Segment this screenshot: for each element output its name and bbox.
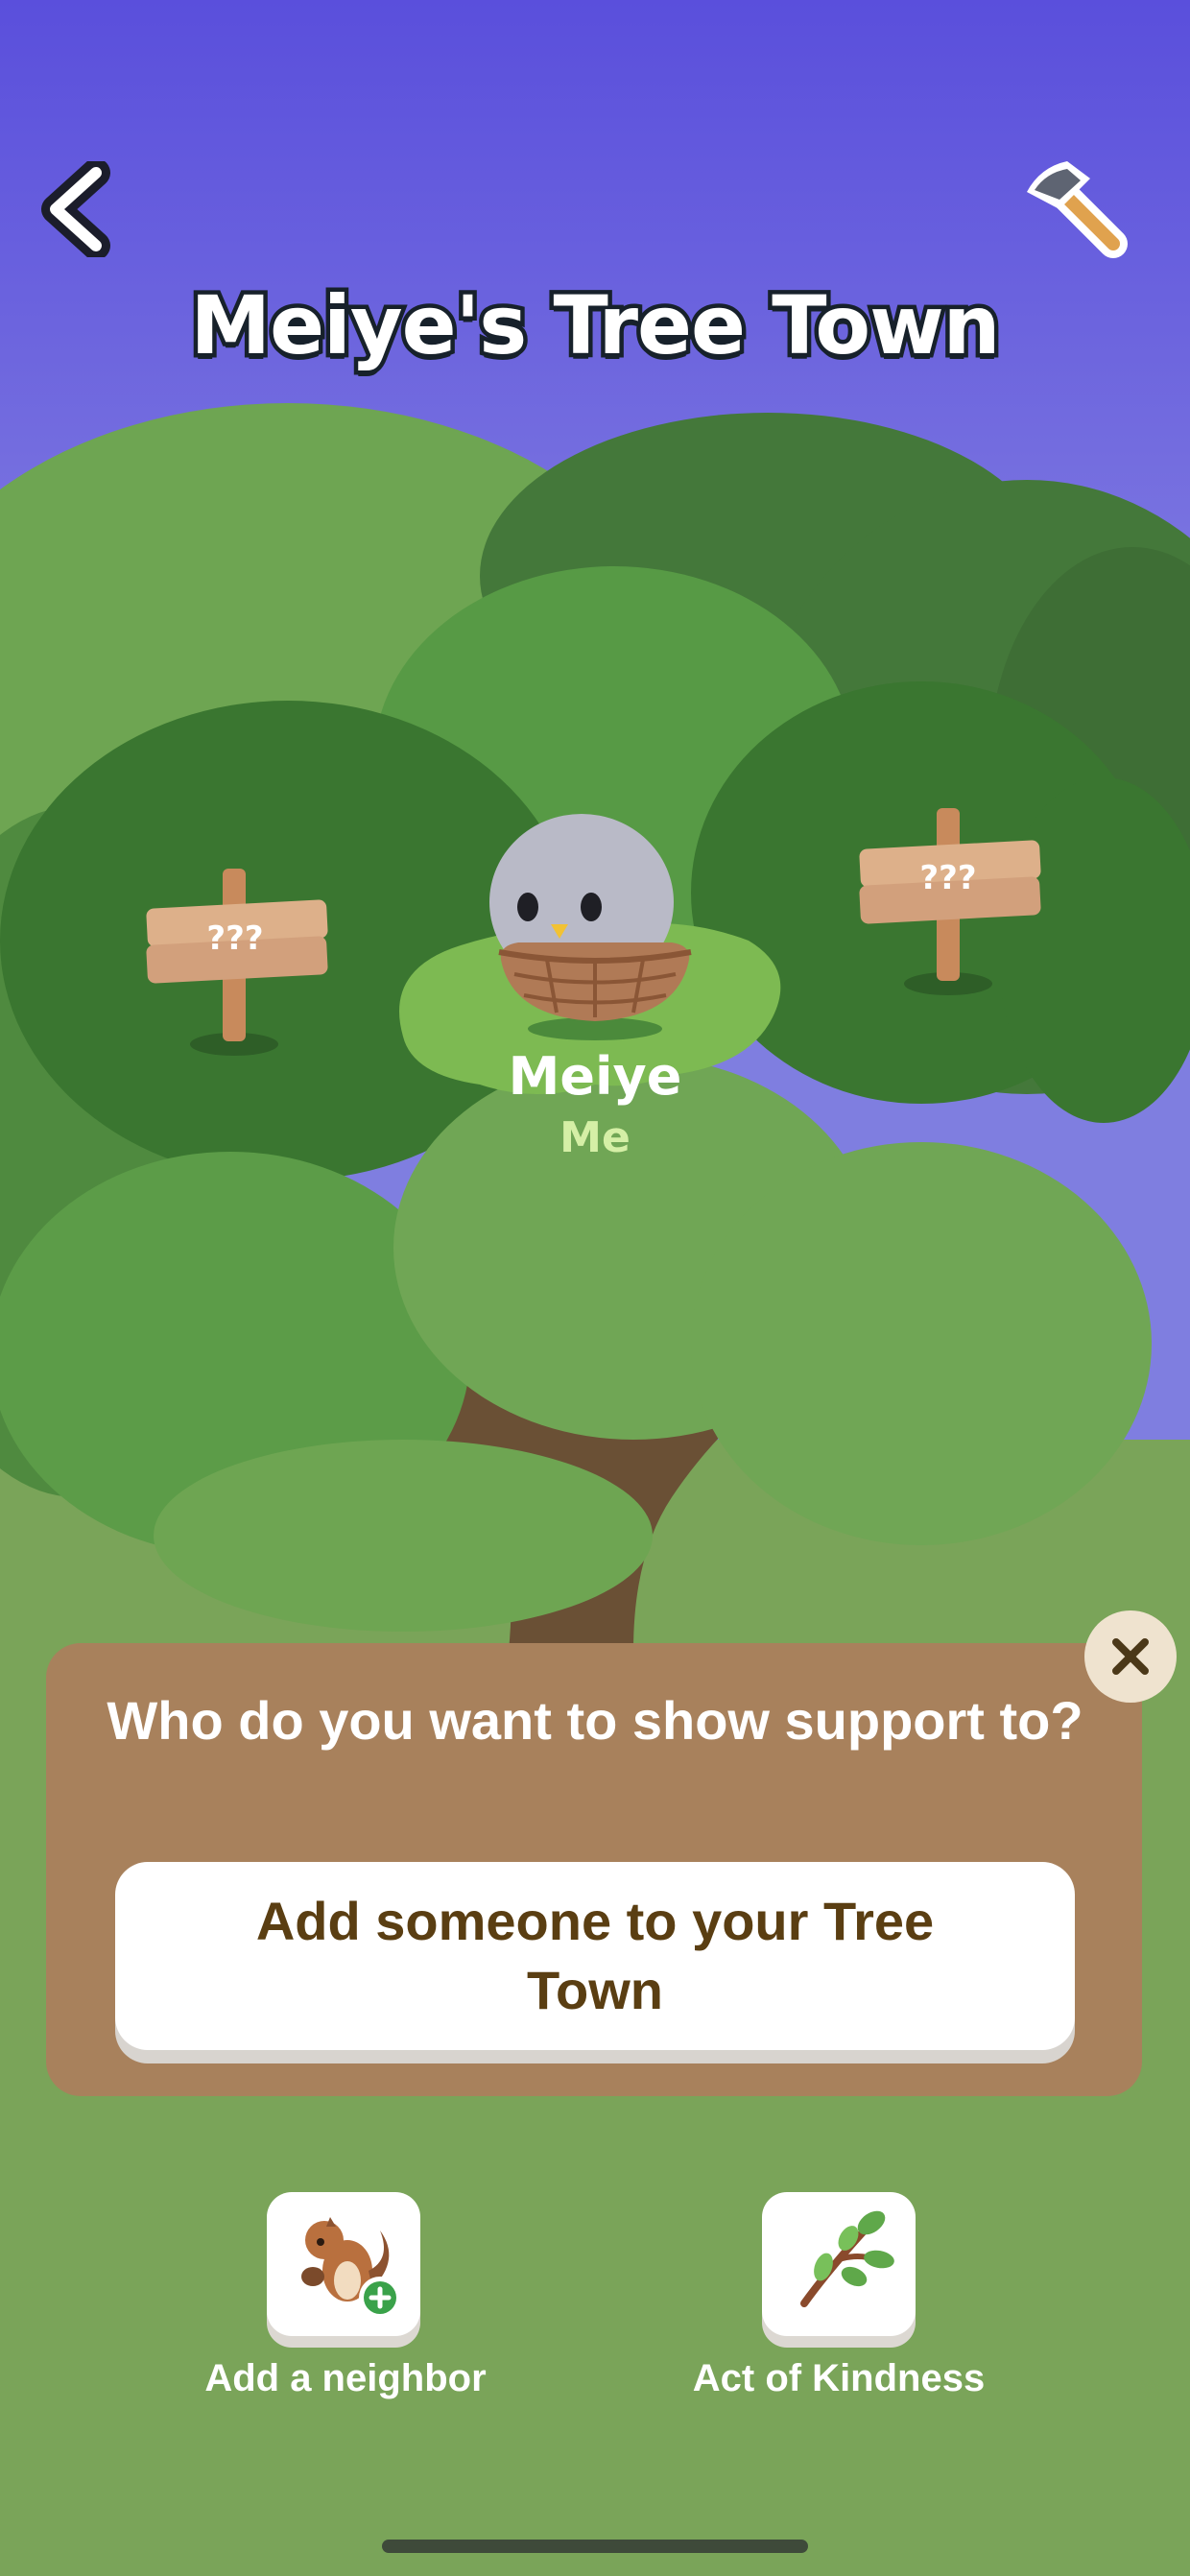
tree-scene (0, 403, 1190, 1651)
home-indicator[interactable] (382, 2540, 808, 2553)
add-someone-button[interactable]: Add someone to your Tree Town (115, 1862, 1075, 2050)
sign-left-label[interactable]: ??? (144, 919, 326, 958)
tree-town-screen: Meiye's Tree Town ??? ??? Meiye Me Who d… (0, 0, 1190, 2576)
page-title: Meiye's Tree Town (186, 274, 1005, 377)
support-question: Who do you want to show support to? (107, 1690, 1083, 1751)
add-neighbor-button[interactable] (267, 2192, 420, 2336)
act-of-kindness-button[interactable] (762, 2192, 916, 2336)
sign-right-label[interactable]: ??? (857, 859, 1039, 897)
add-neighbor-label[interactable]: Add a neighbor (154, 2357, 537, 2400)
act-of-kindness-label[interactable]: Act of Kindness (647, 2357, 1031, 2400)
build-button[interactable] (1017, 154, 1132, 259)
hammer-icon (1027, 161, 1128, 258)
sprout-branch-icon (800, 2210, 894, 2307)
bird-me-tag: Me (559, 1113, 631, 1162)
add-someone-label: Add someone to your Tree Town (255, 1891, 935, 2020)
chipmunk-add-icon (301, 2217, 401, 2319)
bird-name: Meiye (508, 1046, 682, 1107)
close-icon (1112, 1638, 1149, 1675)
close-button[interactable] (1084, 1610, 1177, 1703)
chevron-left-icon (41, 158, 110, 260)
back-button[interactable] (38, 158, 115, 260)
